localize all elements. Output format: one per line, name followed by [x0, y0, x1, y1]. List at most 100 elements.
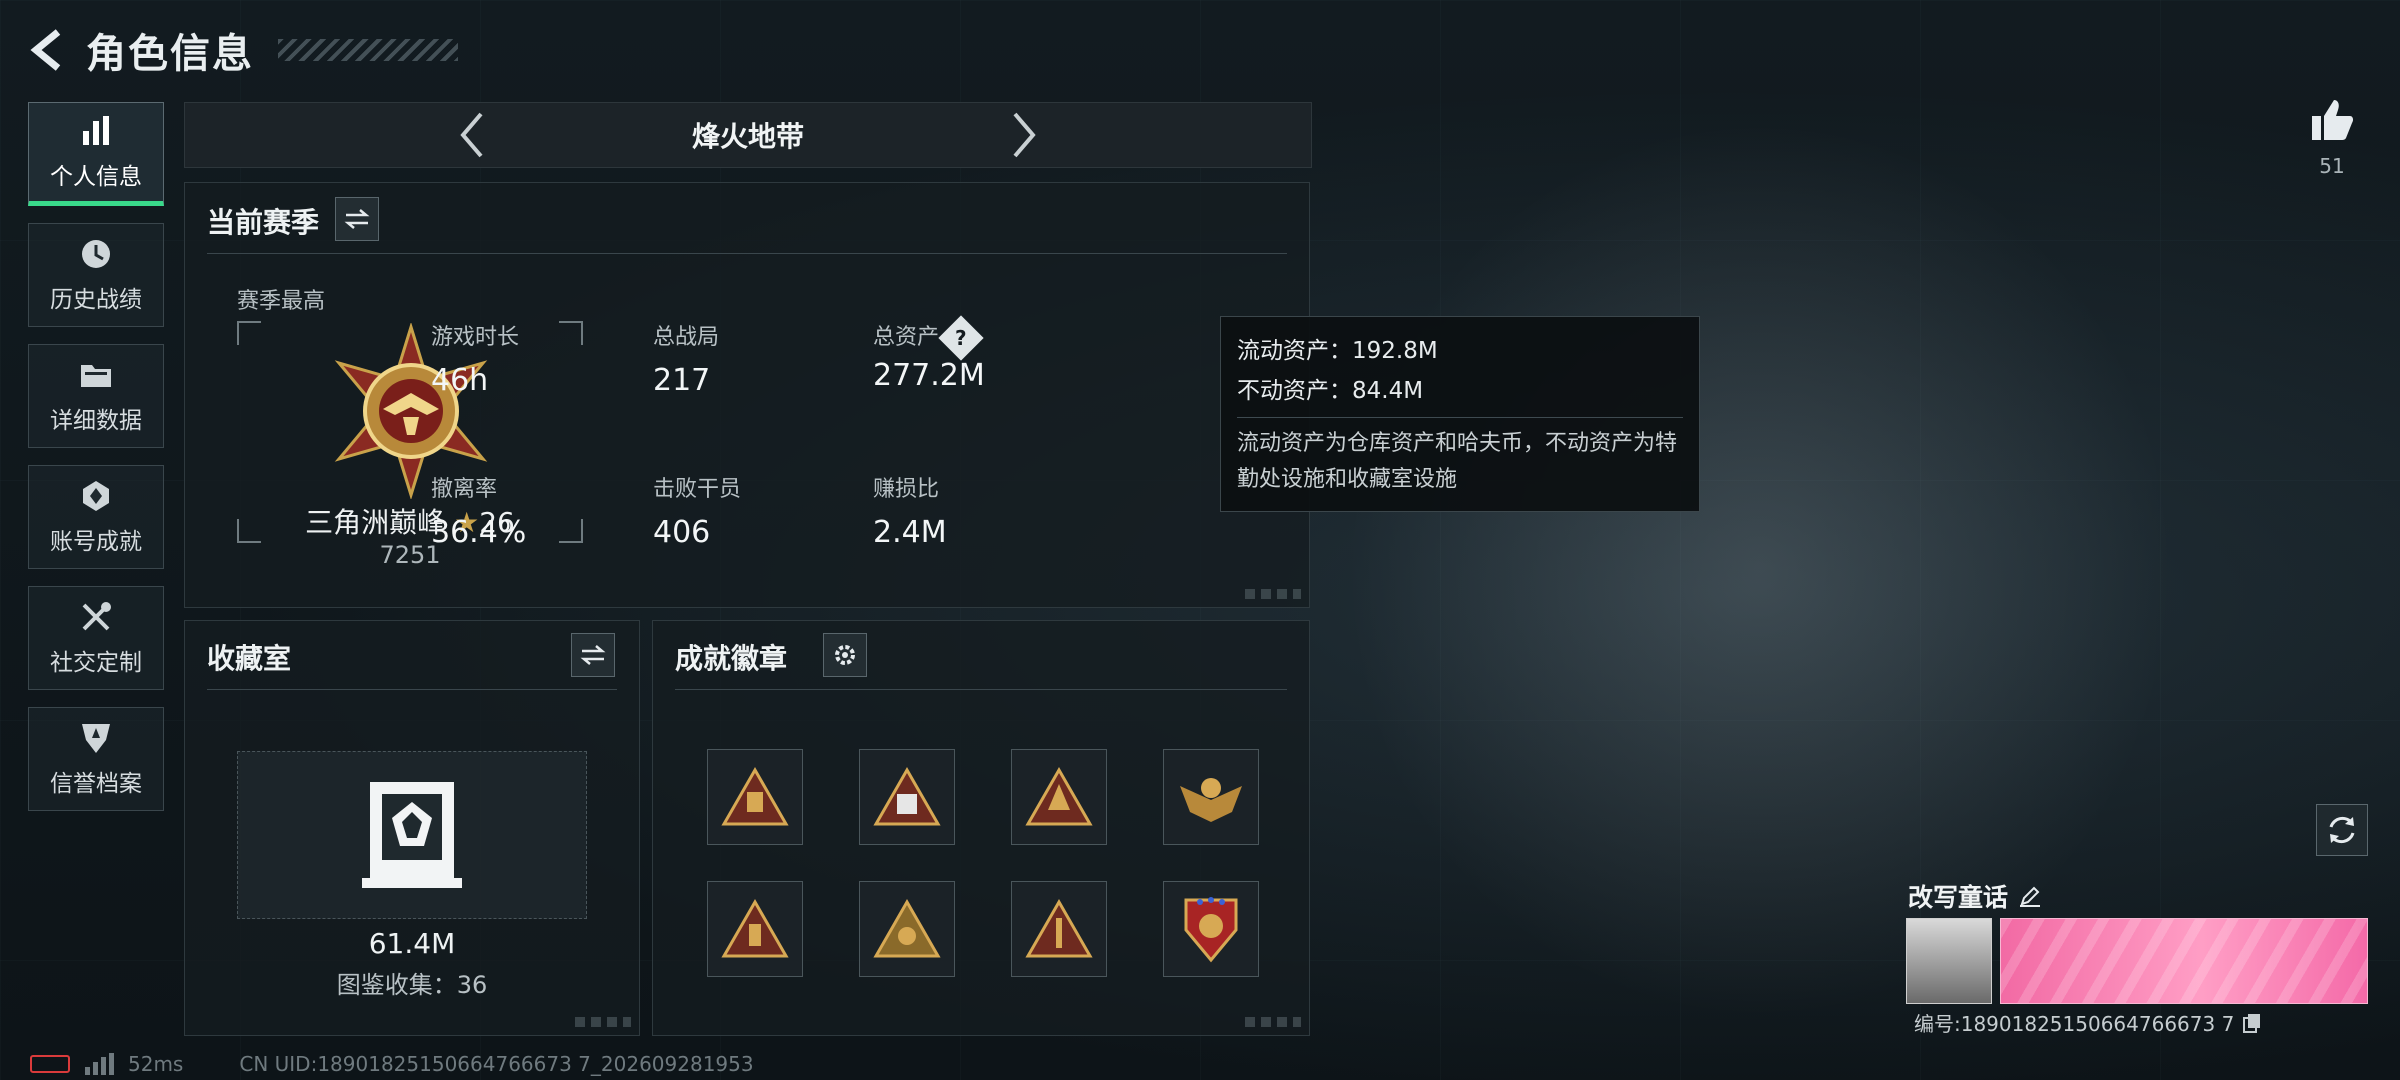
achievements-settings-button[interactable]: [823, 633, 867, 677]
medal-triangle-icon: [721, 766, 789, 826]
stat-value: 217: [653, 363, 711, 398]
medal-triangle-icon: [873, 898, 941, 958]
nav-label: 个人信息: [50, 164, 142, 190]
avatar[interactable]: [1906, 918, 1992, 1004]
edit-icon[interactable]: [2018, 884, 2042, 908]
divider: [675, 689, 1287, 690]
stat-play-time: 游戏时长 46h: [431, 319, 519, 398]
next-mode-button[interactable]: [1004, 107, 1044, 163]
corner-decoration: [575, 1017, 631, 1027]
refresh-character-button[interactable]: [2316, 804, 2368, 856]
folder-icon: [81, 365, 111, 387]
tools-icon: [82, 602, 111, 631]
back-button[interactable]: [28, 26, 68, 74]
like-button[interactable]: 51: [2302, 96, 2362, 178]
divider: [207, 689, 617, 690]
stat-value: 2.4M: [873, 515, 947, 550]
stat-profit-ratio: 赚损比 2.4M: [873, 471, 947, 550]
mode-switcher: 烽火地带: [184, 102, 1312, 168]
tooltip-description: 流动资产为仓库资产和哈夫币，不动资产为特勤处设施和收藏室设施: [1237, 431, 1678, 492]
stat-extraction-rate: 撤离率 36.4%: [431, 471, 526, 550]
rank-name: 三角洲巅峰: [305, 506, 446, 539]
rank-name-row: 三角洲巅峰 ★26: [237, 501, 583, 541]
stat-value: 46h: [431, 363, 489, 398]
nav-item-detailed-data[interactable]: 详细数据: [28, 344, 164, 448]
collection-title: 收藏室: [207, 642, 292, 675]
vault-icon: [362, 782, 462, 888]
achievement-medal[interactable]: [1163, 749, 1259, 845]
bar-chart-icon: [83, 116, 109, 145]
achievement-medal[interactable]: [1163, 881, 1259, 977]
stat-value: 277.2M: [873, 358, 985, 393]
title-decoration: [278, 39, 458, 61]
nav-label: 信誉档案: [50, 771, 142, 797]
season-title: 当前赛季: [207, 206, 320, 239]
chevron-left-icon: [460, 112, 483, 158]
achievements-panel: 成就徽章: [652, 620, 1310, 1036]
corner-decoration: [1245, 1017, 1301, 1027]
corner-decoration: [1245, 589, 1301, 599]
nav-item-history[interactable]: 历史战绩: [28, 223, 164, 327]
achievement-medal[interactable]: [707, 749, 803, 845]
stat-label-row: 总资产?: [873, 315, 985, 361]
name-card-banner[interactable]: [2000, 918, 2368, 1004]
page-title: 角色信息: [86, 31, 254, 77]
achievement-medal[interactable]: [859, 749, 955, 845]
swap-icon: [580, 645, 606, 665]
sidebar-nav: 个人信息 历史战绩 详细数据 账号成就 社交定制 信誉档案: [28, 102, 166, 828]
card-id: 编号:18901825150664766673 7: [1914, 1012, 2235, 1036]
vault-preview: [237, 751, 587, 919]
stat-label: 击败干员: [653, 477, 742, 502]
nav-label: 社交定制: [50, 650, 142, 676]
nav-item-personal-info[interactable]: 个人信息: [28, 102, 164, 206]
stat-value: 406: [653, 515, 711, 550]
shield-icon: [82, 724, 110, 753]
name-card-header: 改写童话: [1908, 878, 2042, 914]
medal-triangle-icon: [1025, 766, 1093, 826]
copy-icon[interactable]: [2242, 1012, 2262, 1034]
achievement-medal[interactable]: [1011, 881, 1107, 977]
page-header: 角色信息: [28, 20, 458, 80]
assets-tooltip: 流动资产：192.8M 不动资产：84.4M 流动资产为仓库资产和哈夫币，不动资…: [1220, 316, 1700, 512]
nav-label: 账号成就: [50, 529, 142, 555]
battery-icon: [30, 1055, 70, 1073]
uid-text: CN UID:18901825150664766673 7_2026092819…: [239, 1052, 754, 1076]
achievement-icon: [83, 481, 109, 511]
stat-value: 36.4%: [431, 515, 527, 550]
nav-item-credit-record[interactable]: 信誉档案: [28, 707, 164, 811]
medal-triangle-icon: [721, 898, 789, 958]
rank-score: 7251: [379, 541, 441, 569]
refresh-icon: [2329, 816, 2355, 844]
nav-label: 详细数据: [50, 408, 142, 434]
tooltip-fixed-assets: 不动资产：84.4M: [1237, 378, 1424, 404]
collection-panel[interactable]: 收藏室 61.4M 图鉴收集：36: [184, 620, 640, 1036]
like-count: 51: [2319, 154, 2345, 178]
season-switch-button[interactable]: [335, 197, 379, 241]
current-season-panel: 当前赛季 赛季最高 三角洲巅峰 ★26 7251 游戏时长 46h 总战局 21…: [184, 182, 1310, 608]
stat-label: 总资产: [873, 325, 940, 350]
name-card-title: 改写童话: [1908, 883, 2009, 912]
stat-total-matches: 总战局 217: [653, 319, 719, 398]
signal-icon: [85, 1053, 114, 1075]
achievement-medal[interactable]: [1011, 749, 1107, 845]
gear-icon: [835, 645, 855, 665]
status-footer: 52ms CN UID:18901825150664766673 7_20260…: [30, 1052, 754, 1076]
clock-icon: [82, 240, 110, 268]
stat-label: 赚损比: [873, 477, 940, 502]
chevron-right-icon: [1013, 112, 1036, 158]
medal-eagle-icon: [1180, 778, 1242, 822]
achievement-medal[interactable]: [859, 881, 955, 977]
achievements-title: 成就徽章: [675, 642, 788, 675]
stat-label: 游戏时长: [431, 325, 520, 350]
prev-mode-button[interactable]: [452, 107, 492, 163]
collection-catalog: 图鉴收集：36: [336, 971, 488, 999]
nav-item-social-custom[interactable]: 社交定制: [28, 586, 164, 690]
help-icon[interactable]: ?: [938, 315, 984, 361]
achievement-medal[interactable]: [707, 881, 803, 977]
thumbs-up-icon: [2312, 100, 2354, 140]
season-best-label: 赛季最高: [237, 289, 326, 314]
nav-item-achievements[interactable]: 账号成就: [28, 465, 164, 569]
medal-triangle-icon: [1025, 898, 1093, 958]
collection-switch-button[interactable]: [571, 633, 615, 677]
nav-label: 历史战绩: [50, 287, 142, 313]
